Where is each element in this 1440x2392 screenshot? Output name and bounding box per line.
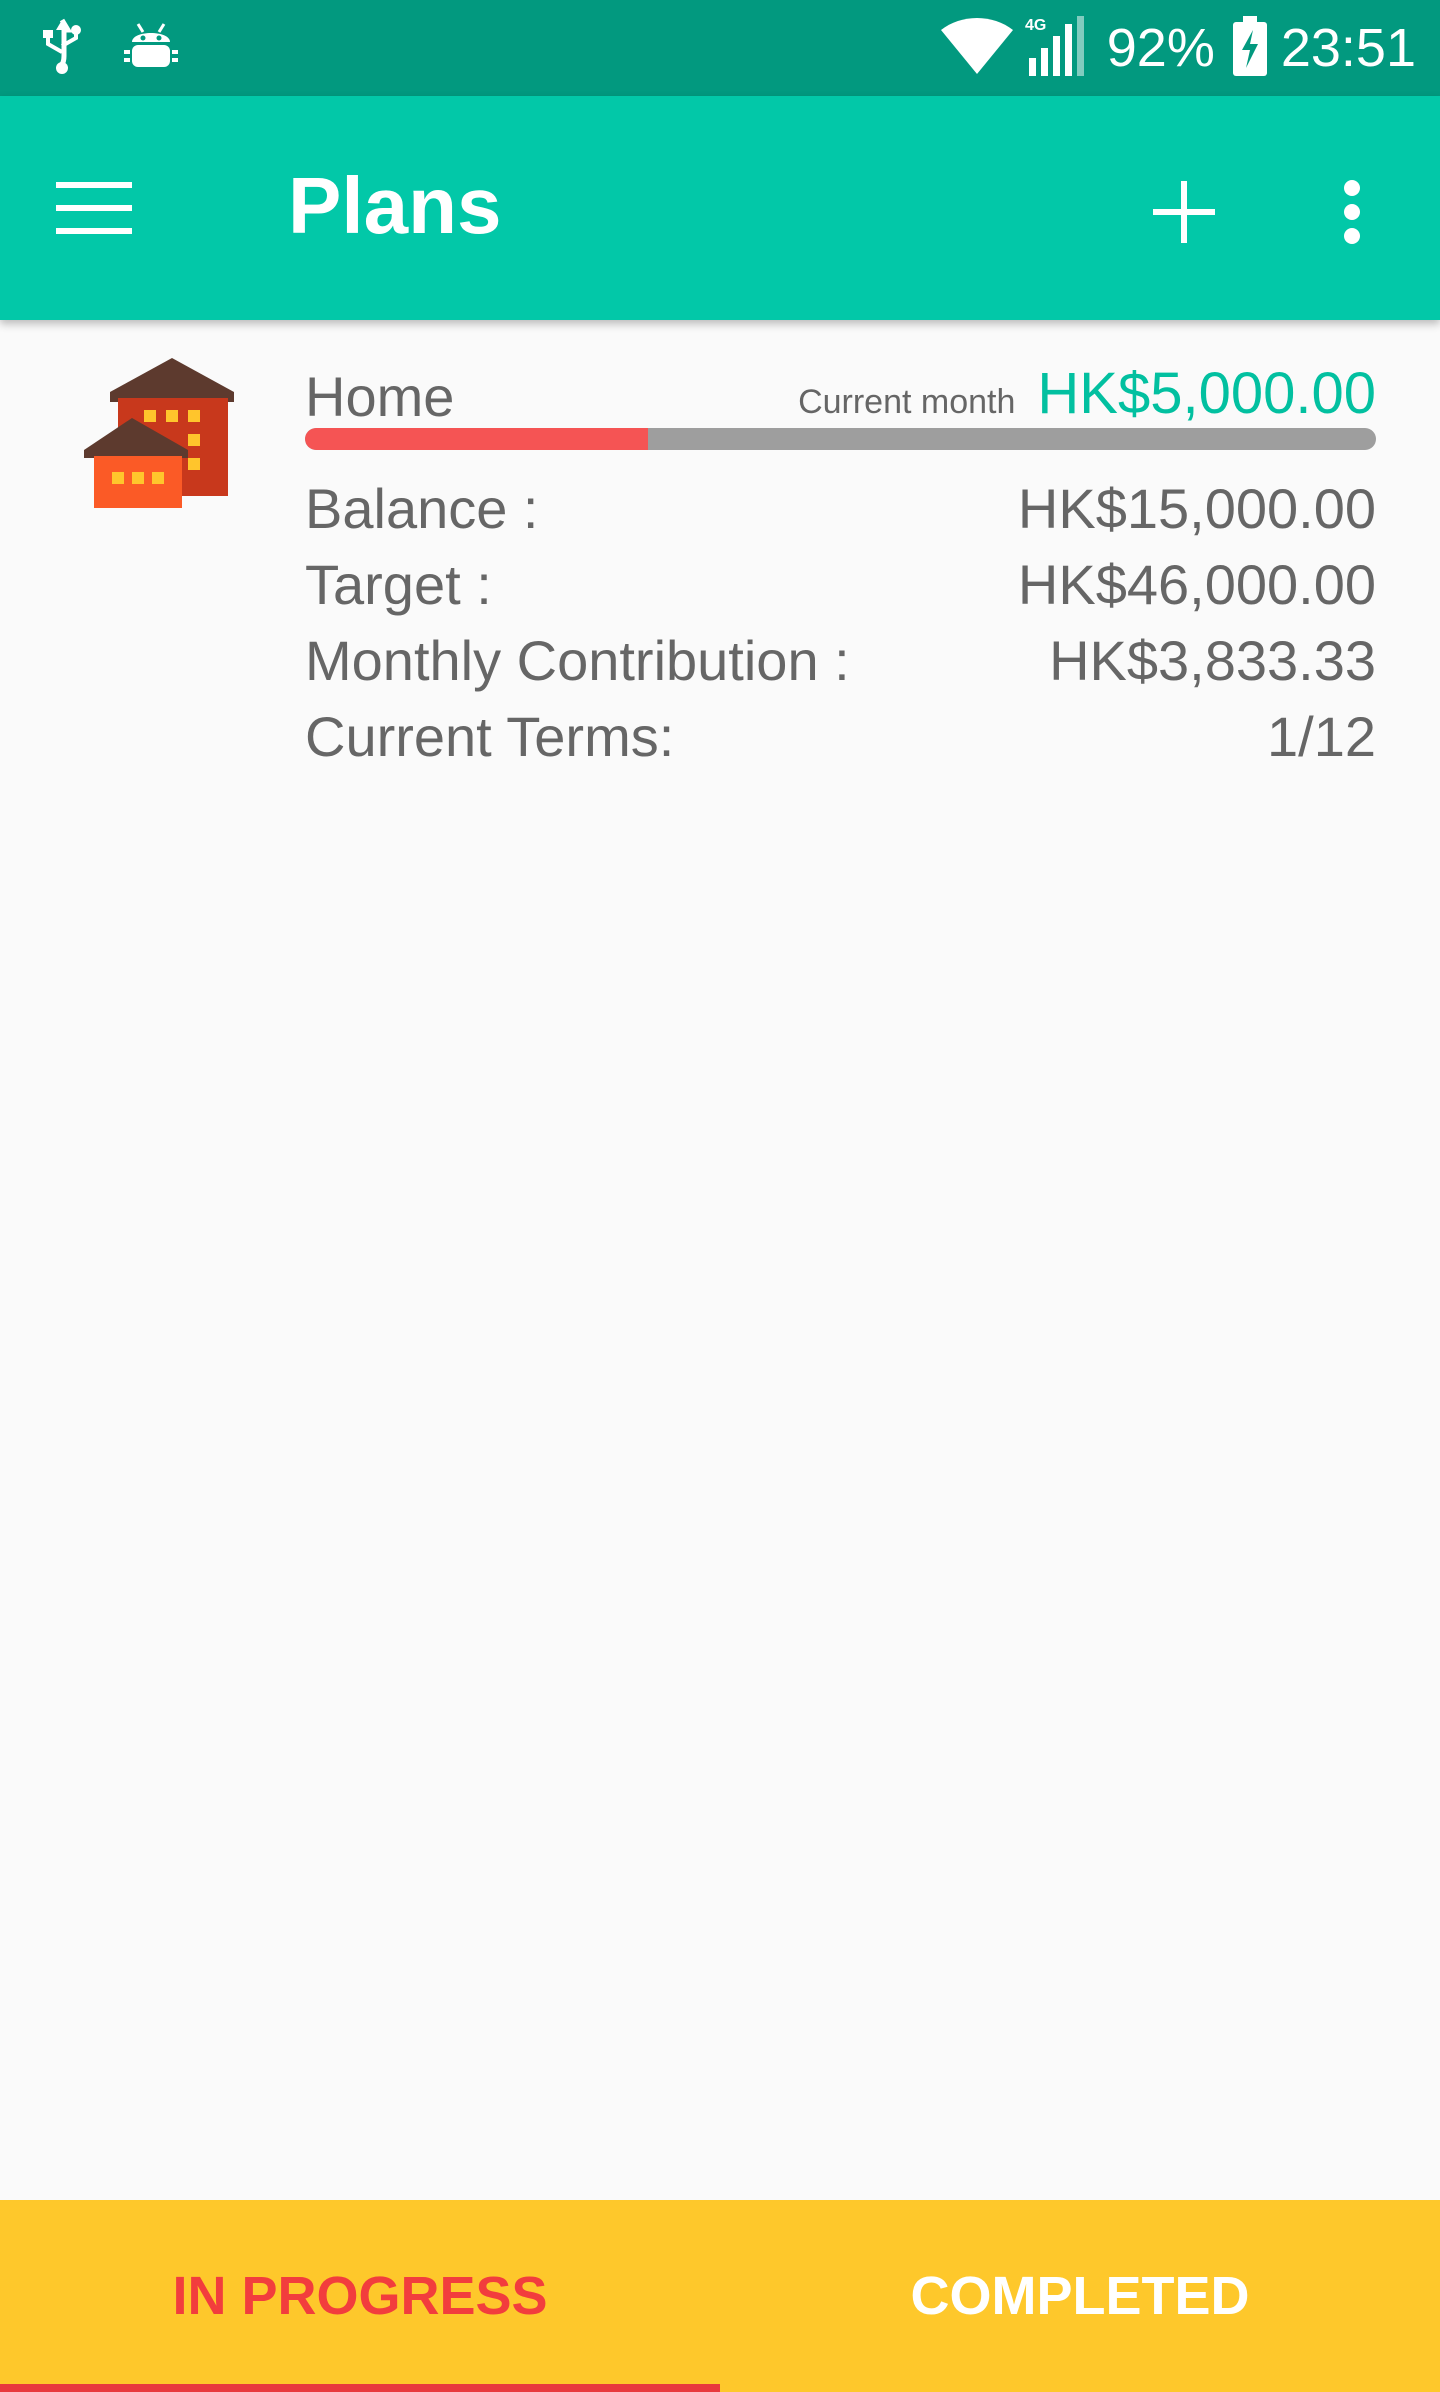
tab-completed-label: COMPLETED xyxy=(910,2266,1250,2326)
wifi-icon xyxy=(940,17,1013,79)
cell-signal-icon: 4G xyxy=(1025,14,1085,83)
battery-percent: 92% xyxy=(1106,18,1215,78)
current-terms-label: Current Terms: xyxy=(305,704,675,768)
home-buildings-icon xyxy=(84,358,240,508)
current-terms-row: Current Terms: 1/12 xyxy=(305,698,1376,774)
monthly-contribution-label: Monthly Contribution : xyxy=(305,628,850,692)
monthly-contribution-value: HK$3,833.33 xyxy=(1049,628,1376,692)
target-row: Target : HK$46,000.00 xyxy=(305,546,1376,622)
tab-selected-indicator xyxy=(0,2384,720,2392)
plan-name: Home xyxy=(305,365,455,428)
tab-in-progress[interactable]: IN PROGRESS xyxy=(0,2200,720,2392)
app-bar: Plans xyxy=(0,96,1440,320)
tab-completed[interactable]: COMPLETED xyxy=(720,2200,1440,2392)
usb-icon xyxy=(40,18,84,79)
monthly-contribution-row: Monthly Contribution : HK$3,833.33 xyxy=(305,622,1376,698)
android-debug-icon xyxy=(124,18,178,79)
target-value: HK$46,000.00 xyxy=(1017,552,1376,616)
plan-progress-bar xyxy=(305,428,1376,450)
page-title: Plans xyxy=(288,161,502,250)
balance-row: Balance : HK$15,000.00 xyxy=(305,470,1376,546)
current-month-value: HK$5,000.00 xyxy=(1037,361,1376,426)
balance-value: HK$15,000.00 xyxy=(1017,476,1376,540)
target-label: Target : xyxy=(305,552,492,616)
add-plan-button[interactable] xyxy=(1128,158,1240,270)
balance-label: Balance : xyxy=(305,476,539,540)
menu-icon xyxy=(56,181,132,239)
menu-button[interactable] xyxy=(56,162,168,258)
plan-progress-fill xyxy=(305,428,648,450)
add-icon xyxy=(1153,180,1215,248)
current-month-label: Current month xyxy=(798,383,1016,421)
battery-charging-icon xyxy=(1232,15,1267,81)
more-options-button[interactable] xyxy=(1300,158,1404,270)
current-terms-value: 1/12 xyxy=(1267,704,1376,768)
bottom-tab-bar: IN PROGRESS COMPLETED xyxy=(0,2200,1440,2392)
plan-list-item[interactable]: Home Current month HK$5,000.00 Balance :… xyxy=(0,320,1440,768)
network-type-label: 4G xyxy=(1025,17,1046,34)
status-bar: 4G 92% 23:51 xyxy=(0,0,1440,96)
current-month: Current month HK$5,000.00 xyxy=(798,360,1376,427)
tab-in-progress-label: IN PROGRESS xyxy=(172,2266,548,2326)
clock: 23:51 xyxy=(1280,18,1416,78)
more-vert-icon xyxy=(1343,179,1361,250)
